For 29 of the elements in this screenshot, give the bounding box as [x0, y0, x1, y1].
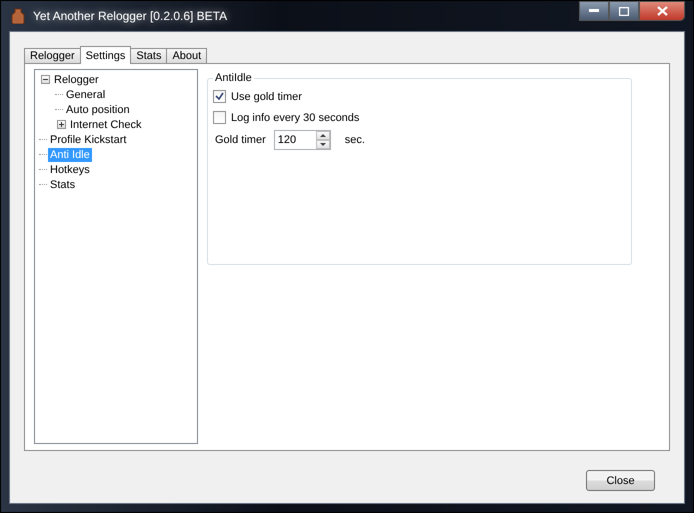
maximize-icon — [619, 6, 629, 16]
group-title: AntiIdle — [214, 72, 253, 84]
app-icon — [11, 8, 25, 24]
checkbox[interactable] — [213, 111, 226, 124]
close-button[interactable]: Close — [586, 470, 655, 491]
tree-item[interactable]: Profile Kickstart — [48, 132, 128, 146]
checkbox-label: Log info every 30 seconds — [231, 112, 360, 124]
expand-icon[interactable] — [57, 120, 66, 129]
tree-item[interactable]: Relogger — [52, 72, 101, 86]
tree-item[interactable]: Hotkeys — [48, 162, 92, 176]
collapse-icon[interactable] — [41, 75, 50, 84]
window-close-button[interactable] — [639, 1, 685, 21]
field-label: Gold timer — [215, 134, 266, 146]
tree-item[interactable]: Stats — [48, 178, 78, 192]
tree-item[interactable]: Internet Check — [68, 118, 144, 132]
tab[interactable]: Stats — [130, 48, 168, 64]
maximize-button[interactable] — [609, 1, 639, 21]
tab[interactable]: Relogger — [24, 48, 81, 64]
tree-item[interactable]: General — [64, 88, 108, 102]
close-icon — [656, 6, 668, 16]
window-title: Yet Another Relogger [0.2.0.6] BETA — [33, 9, 228, 23]
tab[interactable]: Settings — [80, 46, 132, 64]
minimize-icon — [589, 9, 599, 13]
tree-item[interactable]: Auto position — [64, 102, 132, 116]
minimize-button[interactable] — [579, 1, 609, 21]
checkbox[interactable] — [213, 90, 226, 103]
unit-label: sec. — [344, 134, 365, 146]
tab[interactable]: About — [166, 48, 208, 64]
checkbox-label: Use gold timer — [231, 90, 302, 102]
